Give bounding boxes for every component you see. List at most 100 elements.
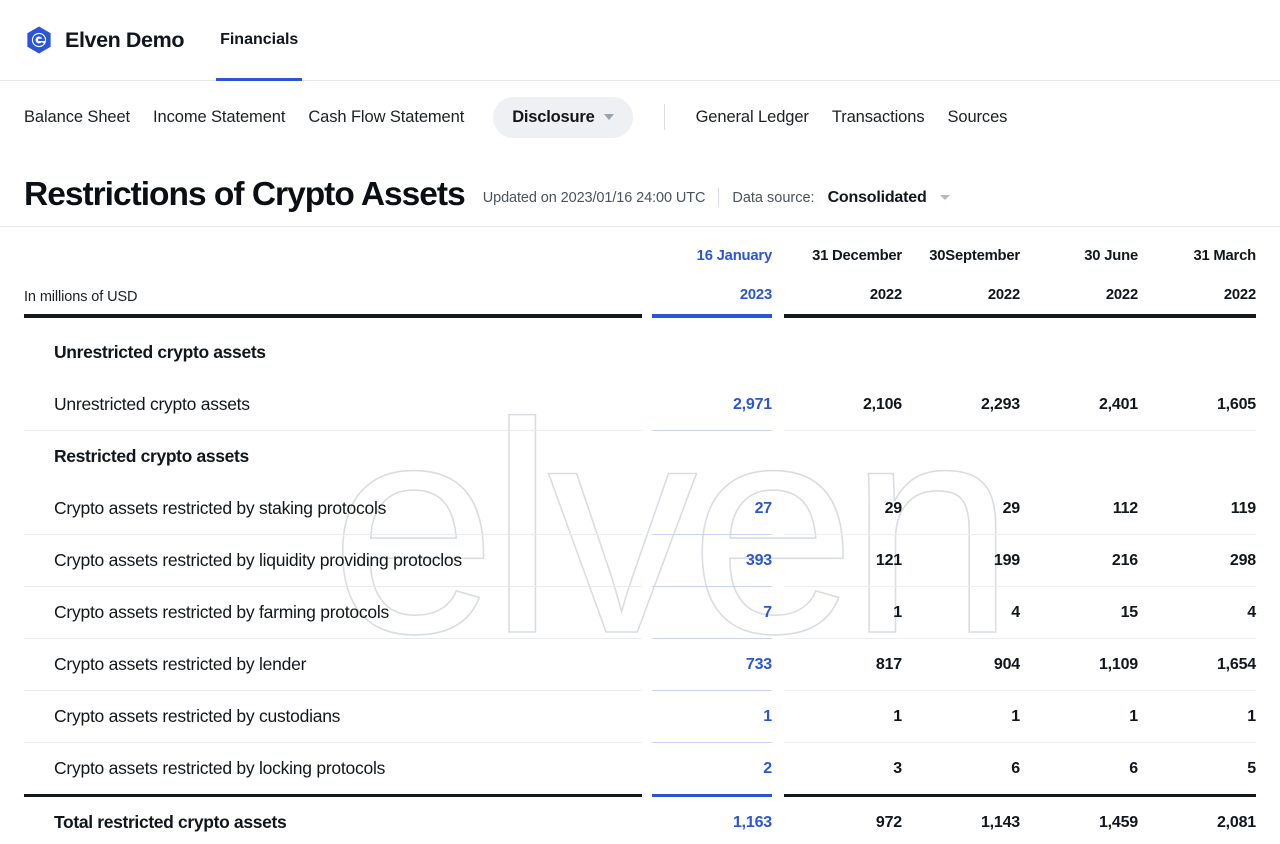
table-group-row: Restricted crypto assets bbox=[24, 431, 1256, 482]
spacer-cell bbox=[772, 227, 784, 314]
spacer-cell bbox=[642, 535, 652, 586]
cell-r9-c3: 1,459 bbox=[1020, 797, 1138, 844]
cell-r2-c0 bbox=[652, 431, 772, 482]
column-header-3[interactable]: 30 June 2022 bbox=[1020, 227, 1138, 314]
cell-r5-c0: 7 bbox=[652, 587, 772, 638]
cell-r9-c4: 2,081 bbox=[1138, 797, 1256, 844]
column-header-1-line2: 2022 bbox=[870, 287, 902, 303]
page-header: Restrictions of Crypto Assets Updated on… bbox=[0, 153, 1280, 211]
cell-r4-c1: 121 bbox=[784, 535, 902, 586]
spacer-cell bbox=[772, 797, 784, 844]
row-label: Unrestricted crypto assets bbox=[24, 327, 642, 378]
cell-r2-c2 bbox=[902, 431, 1020, 482]
column-header-2[interactable]: 30September 2022 bbox=[902, 227, 1020, 314]
chevron-down-icon[interactable] bbox=[940, 195, 950, 200]
spacer-cell bbox=[772, 379, 784, 430]
spacer-cell bbox=[772, 691, 784, 742]
cell-r4-c3: 216 bbox=[1020, 535, 1138, 586]
cell-r5-c1: 1 bbox=[784, 587, 902, 638]
spacer-cell bbox=[772, 587, 784, 638]
cell-r3-c2: 29 bbox=[902, 483, 1020, 534]
restrictions-table: In millions of USD 16 January 2023 31 De… bbox=[24, 227, 1256, 844]
brand-name: Elven Demo bbox=[65, 28, 184, 53]
column-header-1-line1: 31 December bbox=[812, 248, 902, 264]
spacer-cell bbox=[642, 743, 652, 794]
chevron-down-icon bbox=[604, 114, 614, 120]
cell-r5-c3: 15 bbox=[1020, 587, 1138, 638]
table-body: Unrestricted crypto assetsUnrestricted c… bbox=[24, 327, 1256, 844]
brand[interactable]: Elven Demo bbox=[24, 25, 184, 55]
cell-r1-c4: 1,605 bbox=[1138, 379, 1256, 430]
cell-r3-c1: 29 bbox=[784, 483, 902, 534]
disclosure-dropdown[interactable]: Disclosure bbox=[493, 97, 632, 138]
table-row: Crypto assets restricted by lender733817… bbox=[24, 639, 1256, 690]
subnav-item-income-statement[interactable]: Income Statement bbox=[153, 108, 285, 127]
cell-r9-c1: 972 bbox=[784, 797, 902, 844]
disclosure-dropdown-label: Disclosure bbox=[512, 108, 594, 127]
row-label: Crypto assets restricted by staking prot… bbox=[24, 483, 642, 534]
spacer-row bbox=[24, 318, 1256, 327]
page-title: Restrictions of Crypto Assets bbox=[24, 178, 465, 212]
table-row: Crypto assets restricted by custodians11… bbox=[24, 691, 1256, 742]
cell-r8-c0: 2 bbox=[652, 743, 772, 794]
spacer-cell bbox=[642, 227, 652, 314]
cell-r1-c3: 2,401 bbox=[1020, 379, 1138, 430]
cell-r6-c1: 817 bbox=[784, 639, 902, 690]
subnav-item-sources[interactable]: Sources bbox=[947, 108, 1007, 127]
column-header-1[interactable]: 31 December 2022 bbox=[784, 227, 902, 314]
table-header-row: In millions of USD 16 January 2023 31 De… bbox=[24, 227, 1256, 314]
cell-r6-c3: 1,109 bbox=[1020, 639, 1138, 690]
spacer-cell bbox=[772, 743, 784, 794]
subnav-item-cash-flow-statement[interactable]: Cash Flow Statement bbox=[308, 108, 464, 127]
cell-r8-c3: 6 bbox=[1020, 743, 1138, 794]
spacer-cell bbox=[772, 483, 784, 534]
table-container: elven In millions of USD 16 January 2023… bbox=[0, 227, 1280, 844]
spacer-cell bbox=[642, 639, 652, 690]
cell-r0-c1 bbox=[784, 327, 902, 378]
cell-r8-c2: 6 bbox=[902, 743, 1020, 794]
cell-r3-c3: 112 bbox=[1020, 483, 1138, 534]
column-header-4[interactable]: 31 March 2022 bbox=[1138, 227, 1256, 314]
cell-r3-c4: 119 bbox=[1138, 483, 1256, 534]
subnav-item-transactions[interactable]: Transactions bbox=[832, 108, 925, 127]
spacer-cell bbox=[642, 431, 652, 482]
table-total-row: Total restricted crypto assets1,1639721,… bbox=[24, 797, 1256, 844]
tab-financials[interactable]: Financials bbox=[216, 0, 302, 80]
table-row: Crypto assets restricted by locking prot… bbox=[24, 743, 1256, 794]
cell-r8-c1: 3 bbox=[784, 743, 902, 794]
subnav-item-balance-sheet[interactable]: Balance Sheet bbox=[24, 108, 130, 127]
cell-r9-c2: 1,143 bbox=[902, 797, 1020, 844]
cell-r2-c1 bbox=[784, 431, 902, 482]
cell-r0-c4 bbox=[1138, 327, 1256, 378]
subnav-item-general-ledger[interactable]: General Ledger bbox=[696, 108, 809, 127]
cell-r9-c0: 1,163 bbox=[652, 797, 772, 844]
column-header-0[interactable]: 16 January 2023 bbox=[652, 227, 772, 314]
data-source-value[interactable]: Consolidated bbox=[828, 189, 927, 207]
table-row: Unrestricted crypto assets2,9712,1062,29… bbox=[24, 379, 1256, 430]
table-row: Crypto assets restricted by farming prot… bbox=[24, 587, 1256, 638]
unit-label: In millions of USD bbox=[24, 227, 642, 314]
row-label: Crypto assets restricted by lender bbox=[24, 639, 642, 690]
column-header-0-line2: 2023 bbox=[740, 287, 772, 303]
cell-r2-c4 bbox=[1138, 431, 1256, 482]
cell-r0-c0 bbox=[652, 327, 772, 378]
column-header-0-line1: 16 January bbox=[697, 248, 772, 264]
spacer-cell bbox=[772, 431, 784, 482]
column-header-4-line2: 2022 bbox=[1224, 287, 1256, 303]
cell-r5-c2: 4 bbox=[902, 587, 1020, 638]
row-label: Crypto assets restricted by liquidity pr… bbox=[24, 535, 642, 586]
cell-r1-c0: 2,971 bbox=[652, 379, 772, 430]
cell-r0-c3 bbox=[1020, 327, 1138, 378]
cell-r7-c3: 1 bbox=[1020, 691, 1138, 742]
page-meta: Updated on 2023/01/16 24:00 UTC Data sou… bbox=[483, 188, 950, 211]
table-row: Crypto assets restricted by staking prot… bbox=[24, 483, 1256, 534]
secondary-nav: Balance Sheet Income Statement Cash Flow… bbox=[0, 81, 1280, 153]
cell-r6-c2: 904 bbox=[902, 639, 1020, 690]
row-label: Total restricted crypto assets bbox=[24, 797, 642, 844]
updated-timestamp: Updated on 2023/01/16 24:00 UTC bbox=[483, 190, 706, 206]
table-row: Crypto assets restricted by liquidity pr… bbox=[24, 535, 1256, 586]
spacer-cell bbox=[772, 535, 784, 586]
nav-divider bbox=[664, 104, 665, 130]
cell-r6-c4: 1,654 bbox=[1138, 639, 1256, 690]
cell-r7-c0: 1 bbox=[652, 691, 772, 742]
